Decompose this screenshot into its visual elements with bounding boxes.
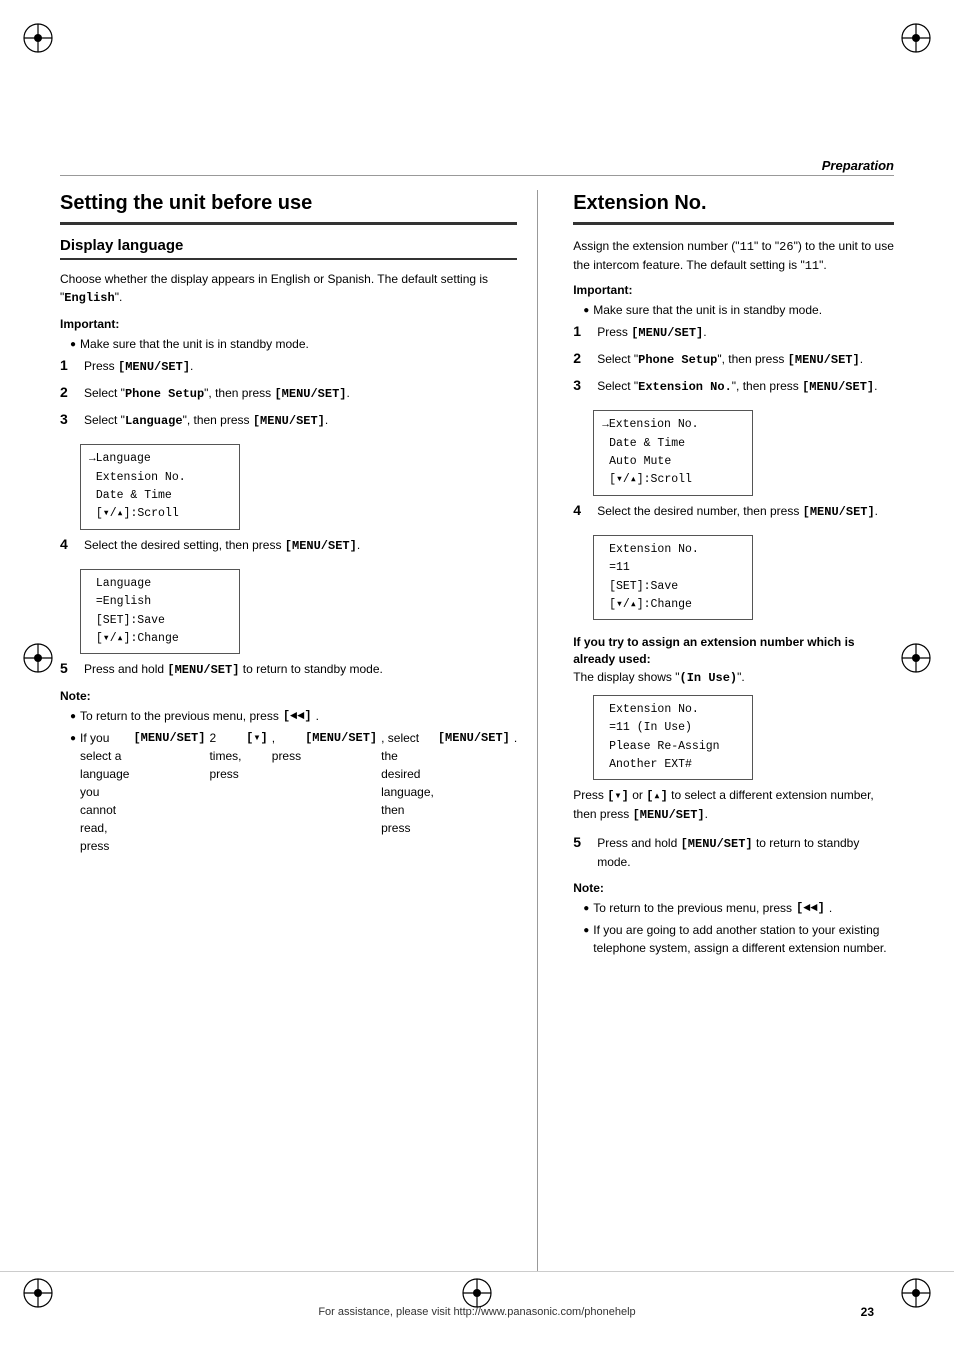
important-label-left: Important: [60,317,517,331]
if-assign-text: The display shows "(In Use)". [573,670,894,685]
important-bullet-right-1: Make sure that the unit is in standby mo… [583,301,894,319]
right-step-number-5: 5 [573,834,589,850]
note-item-left-1: To return to the previous menu, press [◄… [70,707,517,725]
right-step-text-3: Select "Extension No.", then press [MENU… [597,377,894,396]
step-text-5: Press and hold [MENU/SET] to return to s… [84,660,517,679]
reg-mark-mid-left [20,640,56,676]
content-area: Setting the unit before use Display lang… [60,190,894,1271]
step-number-3: 3 [60,411,76,427]
step-text-4: Select the desired setting, then press [… [84,536,517,555]
step-number-2: 2 [60,384,76,400]
right-step-number-3: 3 [573,377,589,393]
right-step-text-1: Press [MENU/SET]. [597,323,894,342]
footer: For assistance, please visit http://www.… [0,1271,954,1351]
page-number: 23 [861,1305,874,1319]
right-step-text-5: Press and hold [MENU/SET] to return to s… [597,834,894,871]
display-language-title: Display language [60,237,517,260]
if-assign-heading: If you try to assign an extension number… [573,634,894,668]
right-step-3: 3 Select "Extension No.", then press [ME… [573,377,894,396]
note-label-right: Note: [573,881,894,895]
note-item-left-2: If you select a language you cannot read… [70,729,517,855]
step-text-3: Select "Language", then press [MENU/SET]… [84,411,517,430]
reg-mark-mid-right [898,640,934,676]
right-step-number-1: 1 [573,323,589,339]
step-text-1: Press [MENU/SET]. [84,357,517,376]
display-language-intro: Choose whether the display appears in En… [60,270,517,307]
extension-no-title: Extension No. [573,190,894,225]
extension-no-intro: Assign the extension number ("11" to "26… [573,237,894,275]
left-step-3: 3 Select "Language", then press [MENU/SE… [60,411,517,430]
preparation-heading: Preparation [822,158,894,173]
left-step-2: 2 Select "Phone Setup", then press [MENU… [60,384,517,403]
right-display-box-2: Extension No. =11 [SET]:Save [▾/▴]:Chang… [593,535,753,621]
left-display-box-1: →Language Extension No. Date & Time [▾/▴… [80,444,240,530]
note-item-right-2: If you are going to add another station … [583,921,894,957]
right-step-2: 2 Select "Phone Setup", then press [MENU… [573,350,894,369]
important-bullet-left-1: Make sure that the unit is in standby mo… [70,335,517,353]
right-step-1: 1 Press [MENU/SET]. [573,323,894,342]
right-display-box-3: Extension No. =11 (In Use) Please Re-Ass… [593,695,753,781]
right-step-number-4: 4 [573,502,589,518]
right-step-number-2: 2 [573,350,589,366]
left-step-1: 1 Press [MENU/SET]. [60,357,517,376]
note-item-right-1: To return to the previous menu, press [◄… [583,899,894,917]
left-display-box-2: Language =English [SET]:Save [▾/▴]:Chang… [80,569,240,655]
right-step-5: 5 Press and hold [MENU/SET] to return to… [573,834,894,871]
right-column: Extension No. Assign the extension numbe… [568,190,894,1271]
important-label-right: Important: [573,283,894,297]
step-number-4: 4 [60,536,76,552]
reg-mark-top-left [20,20,56,56]
step-text-2: Select "Phone Setup", then press [MENU/S… [84,384,517,403]
top-rule [60,175,894,176]
main-section-title: Setting the unit before use [60,190,517,225]
step-number-1: 1 [60,357,76,373]
left-column: Setting the unit before use Display lang… [60,190,538,1271]
left-step-4: 4 Select the desired setting, then press… [60,536,517,555]
reg-mark-top-right [898,20,934,56]
after-assign-text: Press [▾] or [▴] to select a different e… [573,786,894,824]
right-step-text-2: Select "Phone Setup", then press [MENU/S… [597,350,894,369]
right-step-text-4: Select the desired number, then press [M… [597,502,894,521]
right-display-box-1: →Extension No. Date & Time Auto Mute [▾/… [593,410,753,496]
page: Preparation Setting the unit before use … [0,0,954,1351]
footer-text: For assistance, please visit http://www.… [318,1306,635,1318]
right-step-4: 4 Select the desired number, then press … [573,502,894,521]
left-step-5: 5 Press and hold [MENU/SET] to return to… [60,660,517,679]
step-number-5: 5 [60,660,76,676]
note-label-left: Note: [60,689,517,703]
